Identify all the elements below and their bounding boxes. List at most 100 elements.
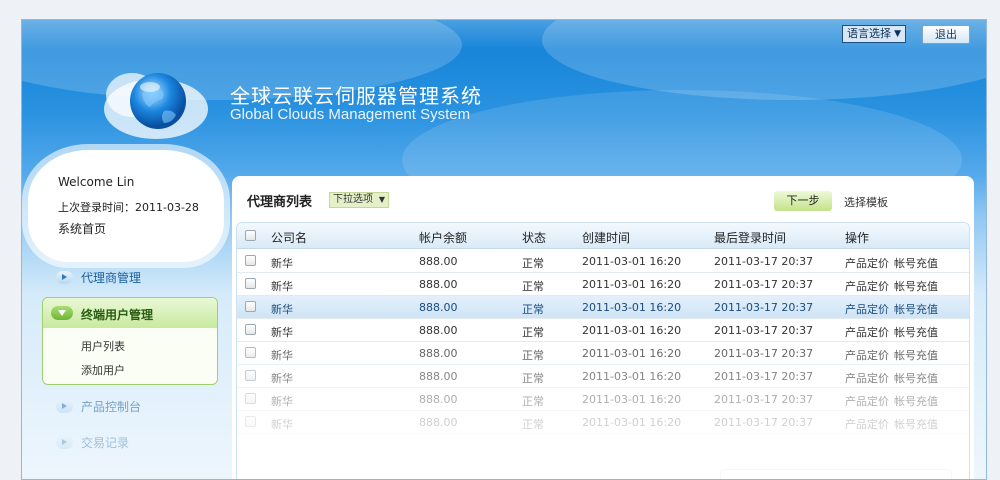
last-login-time: 上次登录时间：2011-03-28 <box>58 201 199 214</box>
main-panel: 代理商列表 下拉选项 ▼ 下一步 选择模板 公司名 帐户余额 状态 创建时间 最… <box>232 176 974 479</box>
cell-company: 新华 <box>271 280 293 293</box>
pagination-bar[interactable] <box>720 469 952 479</box>
panel-title: 代理商列表 <box>247 195 313 210</box>
cell-company: 新华 <box>271 395 293 408</box>
cell-status: 正常 <box>522 326 544 339</box>
table-header: 公司名 帐户余额 状态 创建时间 最后登录时间 操作 <box>237 223 969 249</box>
agents-table: 公司名 帐户余额 状态 创建时间 最后登录时间 操作 新华 888.00 正常 … <box>236 222 970 479</box>
cell-last-login: 2011-03-17 20:37 <box>714 255 814 268</box>
welcome-card: Welcome Lin 上次登录时间：2011-03-28 系统首页 <box>28 150 224 262</box>
cell-status: 正常 <box>522 257 544 270</box>
sidebar-subitem-user-list[interactable]: 用户列表 <box>81 338 125 354</box>
column-header-created[interactable]: 创建时间 <box>582 229 630 246</box>
action-set-price-link[interactable]: 产品定价 <box>845 255 889 271</box>
action-recharge-link[interactable]: 帐号充值 <box>894 393 938 409</box>
sidebar-item-transactions[interactable]: 交易记录 <box>56 434 129 451</box>
select-all-checkbox[interactable] <box>245 230 256 241</box>
cell-company: 新华 <box>271 326 293 339</box>
table-row[interactable]: 新华 888.00 正常 2011-03-01 16:20 2011-03-17… <box>237 319 969 342</box>
action-recharge-link[interactable]: 帐号充值 <box>894 347 938 363</box>
action-set-price-link[interactable]: 产品定价 <box>845 347 889 363</box>
action-recharge-link[interactable]: 帐号充值 <box>894 278 938 294</box>
cell-company: 新华 <box>271 349 293 362</box>
action-set-price-link[interactable]: 产品定价 <box>845 301 889 317</box>
dropdown-arrow-icon: ▼ <box>378 195 385 204</box>
sidebar-subitem-add-user[interactable]: 添加用户 <box>81 362 125 378</box>
action-recharge-link[interactable]: 帐号充值 <box>894 416 938 432</box>
cell-status: 正常 <box>522 418 544 431</box>
sidebar-active-header[interactable]: 终端用户管理 <box>43 298 217 328</box>
column-header-actions: 操作 <box>845 231 870 245</box>
table-row[interactable]: 新华 888.00 正常 2011-03-01 16:20 2011-03-17… <box>237 342 969 365</box>
sidebar-item-agents[interactable]: 代理商管理 <box>56 269 141 286</box>
row-checkbox[interactable] <box>245 370 256 381</box>
row-checkbox[interactable] <box>245 393 256 404</box>
cell-balance: 888.00 <box>419 301 458 314</box>
nav-bullet-icon <box>56 436 73 449</box>
cell-balance: 888.00 <box>419 416 458 429</box>
table-row[interactable]: 新华 888.00 正常 2011-03-01 16:20 2011-03-17… <box>237 411 969 434</box>
nav-bullet-icon <box>51 306 73 320</box>
cell-created: 2011-03-01 16:20 <box>582 416 682 429</box>
cell-balance: 888.00 <box>419 255 458 268</box>
action-recharge-link[interactable]: 帐号充值 <box>894 301 938 317</box>
column-header-last-login[interactable]: 最后登录时间 <box>714 229 786 246</box>
action-set-price-link[interactable]: 产品定价 <box>845 370 889 386</box>
action-set-price-link[interactable]: 产品定价 <box>845 324 889 340</box>
sidebar-item-label: 代理商管理 <box>81 271 142 285</box>
cell-created: 2011-03-01 16:20 <box>582 301 682 314</box>
cell-status: 正常 <box>522 395 544 408</box>
sidebar-item-label: 交易记录 <box>81 436 130 450</box>
cell-last-login: 2011-03-17 20:37 <box>714 370 814 383</box>
cell-company: 新华 <box>271 372 293 385</box>
language-select[interactable]: 语言选择 ▼ <box>842 25 906 43</box>
table-row[interactable]: 新华 888.00 正常 2011-03-01 16:20 2011-03-17… <box>237 388 969 411</box>
cell-created: 2011-03-01 16:20 <box>582 393 682 406</box>
cell-status: 正常 <box>522 372 544 385</box>
row-checkbox[interactable] <box>245 416 256 427</box>
next-step-button[interactable]: 下一步 <box>774 191 832 211</box>
nav-bullet-icon <box>56 400 73 413</box>
cell-balance: 888.00 <box>419 347 458 360</box>
logout-button[interactable]: 退出 <box>922 25 970 44</box>
table-row[interactable]: 新华 888.00 正常 2011-03-01 16:20 2011-03-17… <box>237 273 969 296</box>
column-header-status[interactable]: 状态 <box>522 229 546 246</box>
globe-logo-icon <box>104 73 208 139</box>
row-checkbox[interactable] <box>245 278 256 289</box>
cell-company: 新华 <box>271 418 293 431</box>
cell-balance: 888.00 <box>419 393 458 406</box>
cell-last-login: 2011-03-17 20:37 <box>714 278 814 291</box>
sidebar-item-label: 终端用户管理 <box>81 308 154 322</box>
table-row-selected[interactable]: 新华 888.00 正常 2011-03-01 16:20 2011-03-17… <box>237 296 969 319</box>
cell-company: 新华 <box>271 257 293 270</box>
table-row[interactable]: 新华 888.00 正常 2011-03-01 16:20 2011-03-17… <box>237 250 969 273</box>
column-header-balance[interactable]: 帐户余额 <box>419 229 467 246</box>
table-row[interactable]: 新华 888.00 正常 2011-03-01 16:20 2011-03-17… <box>237 365 969 388</box>
cell-last-login: 2011-03-17 20:37 <box>714 393 814 406</box>
cell-balance: 888.00 <box>419 278 458 291</box>
column-header-company[interactable]: 公司名 <box>271 229 307 246</box>
row-checkbox[interactable] <box>245 255 256 266</box>
app-title: 全球云联云伺服器管理系统 <box>230 84 482 108</box>
row-checkbox[interactable] <box>245 324 256 335</box>
cell-company: 新华 <box>271 303 293 316</box>
select-template-link[interactable]: 选择模板 <box>844 194 888 210</box>
row-checkbox[interactable] <box>245 301 256 312</box>
action-set-price-link[interactable]: 产品定价 <box>845 393 889 409</box>
cell-created: 2011-03-01 16:20 <box>582 278 682 291</box>
sidebar-item-product-console[interactable]: 产品控制台 <box>56 398 141 415</box>
action-recharge-link[interactable]: 帐号充值 <box>894 324 938 340</box>
cell-created: 2011-03-01 16:20 <box>582 324 682 337</box>
sidebar-item-end-users[interactable]: 终端用户管理 用户列表 添加用户 <box>42 297 218 385</box>
action-set-price-link[interactable]: 产品定价 <box>845 278 889 294</box>
cell-created: 2011-03-01 16:20 <box>582 347 682 360</box>
cell-last-login: 2011-03-17 20:37 <box>714 324 814 337</box>
cell-last-login: 2011-03-17 20:37 <box>714 347 814 360</box>
home-link[interactable]: 系统首页 <box>58 220 106 237</box>
action-set-price-link[interactable]: 产品定价 <box>845 416 889 432</box>
dropdown-arrow-icon: ▼ <box>894 29 901 39</box>
action-recharge-link[interactable]: 帐号充值 <box>894 255 938 271</box>
options-dropdown[interactable]: 下拉选项 ▼ <box>329 192 389 208</box>
action-recharge-link[interactable]: 帐号充值 <box>894 370 938 386</box>
row-checkbox[interactable] <box>245 347 256 358</box>
